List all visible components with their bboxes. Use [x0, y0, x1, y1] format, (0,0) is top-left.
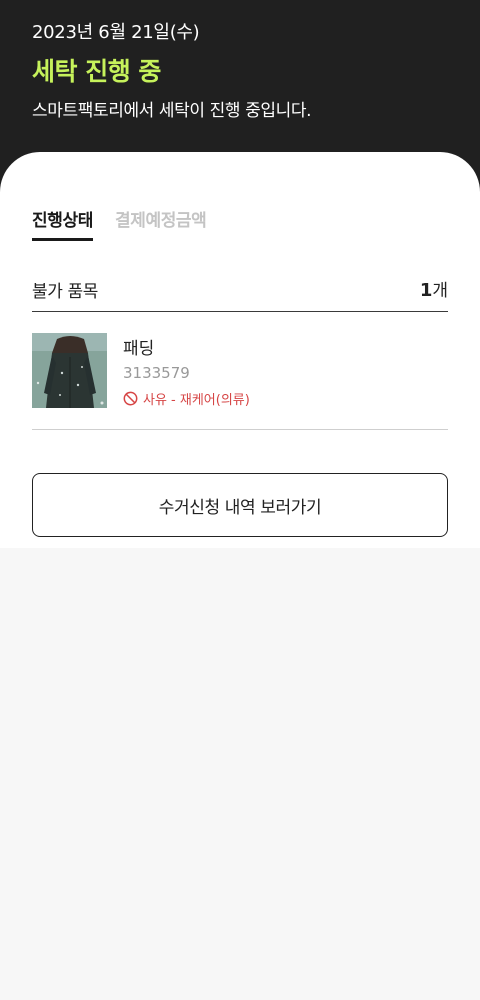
prohibited-icon: [123, 391, 138, 406]
item-count: 1개: [420, 276, 448, 301]
tab-bar: 진행상태 결제예정금액: [32, 208, 228, 242]
item-reason-text: 사유 - 재케어(의류): [143, 393, 250, 408]
status-title: 세탁 진행 중: [32, 57, 161, 86]
status-description: 스마트팩토리에서 세탁이 진행 중입니다.: [32, 101, 312, 121]
detail-card: 진행상태 결제예정금액 불가 품목 1개 패딩 3133579 사유 - 재케어…: [0, 152, 480, 548]
order-date: 2023년 6월 21일(수): [32, 22, 200, 43]
item-reason: 사유 - 재케어(의류): [123, 389, 250, 408]
tab-expected-payment[interactable]: 결제예정금액: [115, 208, 207, 238]
tab-progress-status[interactable]: 진행상태: [32, 208, 93, 241]
item-code: 3133579: [123, 364, 190, 382]
item-name: 패딩: [123, 339, 155, 359]
item-thumbnail: [32, 333, 107, 408]
view-pickup-history-button[interactable]: 수거신청 내역 보러가기: [32, 473, 448, 537]
item-count-unit: 개: [432, 281, 448, 301]
list-item: 패딩 3133579 사유 - 재케어(의류): [32, 330, 448, 430]
item-count-number: 1: [419, 280, 433, 301]
section-label: 불가 품목: [32, 282, 98, 302]
unavailable-items-header: 불가 품목 1개: [32, 274, 448, 312]
